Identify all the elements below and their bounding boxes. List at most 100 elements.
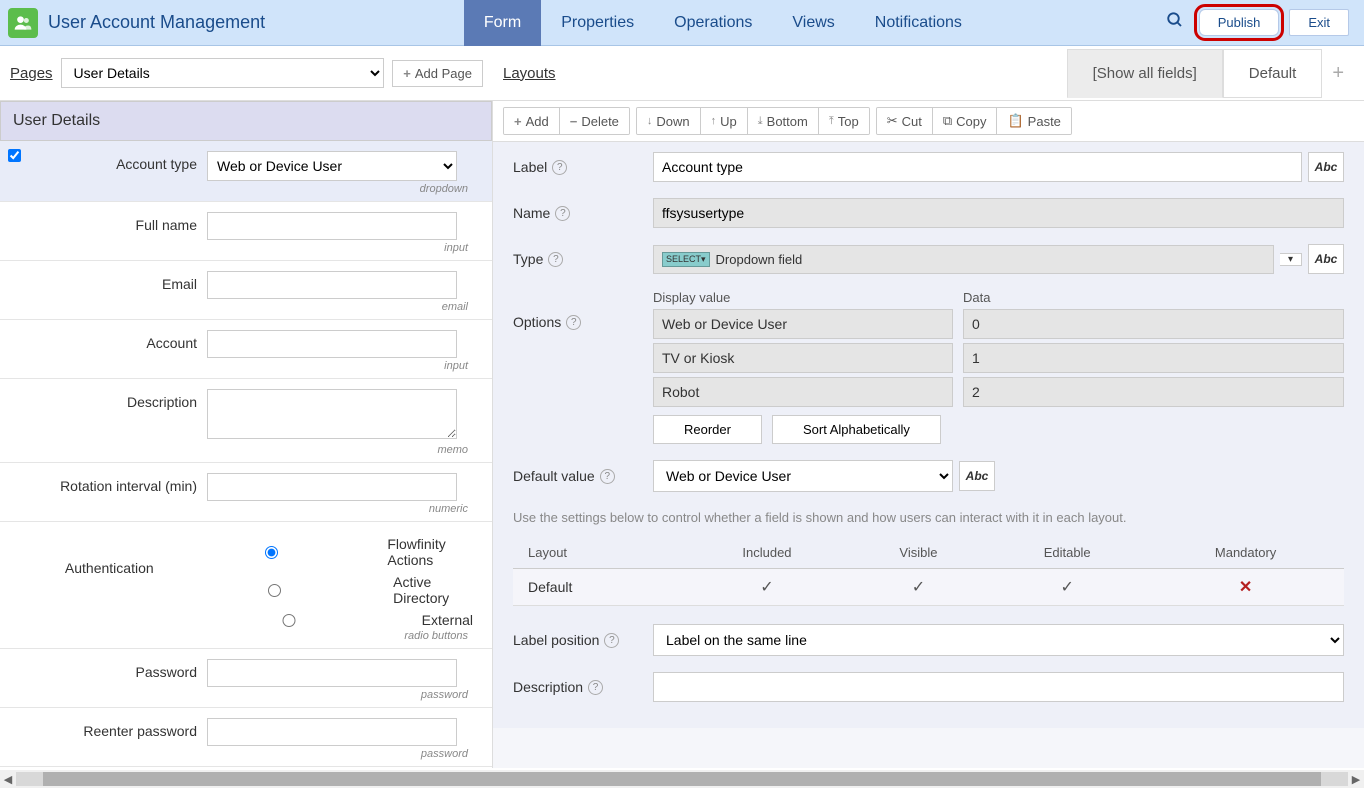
add-page-button[interactable]: +Add Page	[392, 60, 483, 87]
properties-panel: +Add −Delete ↓Down ↑Up ⤓Bottom ⤒Top ✂Cut…	[493, 101, 1364, 768]
field-row-rotation[interactable]: Rotation interval (min) numeric	[0, 463, 492, 522]
check-icon[interactable]: ✓	[912, 579, 925, 596]
reorder-button[interactable]: Reorder	[653, 415, 762, 444]
bottom-button[interactable]: ⤓Bottom	[748, 108, 819, 134]
rotation-input[interactable]	[207, 473, 457, 501]
layouts-label: Layouts	[503, 65, 556, 82]
layout-tab-default[interactable]: Default	[1223, 49, 1323, 98]
field-row-email[interactable]: Email email	[0, 261, 492, 320]
auth-radio-group: Flowfinity Actions Active Directory Exte…	[164, 532, 480, 628]
field-row-reenter-password[interactable]: Reenter password password	[0, 708, 492, 767]
scroll-left-icon[interactable]: ◀	[0, 773, 16, 786]
minus-icon: −	[570, 114, 578, 129]
tab-notifications[interactable]: Notifications	[855, 0, 982, 46]
up-button[interactable]: ↑Up	[701, 108, 748, 134]
top-button[interactable]: ⤒Top	[819, 108, 869, 134]
cut-button[interactable]: ✂Cut	[877, 108, 933, 134]
layouts-section: Layouts [Show all fields] Default +	[493, 46, 1364, 100]
field-row-account-type[interactable]: Account type Web or Device User dropdown	[0, 141, 492, 202]
x-icon[interactable]: ✕	[1239, 579, 1252, 596]
default-value-select[interactable]: Web or Device User	[653, 460, 953, 492]
option-row[interactable]: TV or Kiosk1	[653, 343, 1344, 373]
col-mandatory: Mandatory	[1147, 537, 1344, 569]
top-bar: User Account Management Form Properties …	[0, 0, 1364, 46]
label-position-select[interactable]: Label on the same line	[653, 624, 1344, 656]
abc-button[interactable]: Abc	[1308, 244, 1344, 274]
type-dropdown-button[interactable]: ▾	[1280, 253, 1302, 266]
help-icon[interactable]: ?	[552, 160, 567, 175]
layout-tab-all[interactable]: [Show all fields]	[1067, 49, 1223, 98]
paste-icon: 📋	[1007, 113, 1023, 129]
field-checkbox[interactable]	[8, 149, 21, 162]
abc-button[interactable]: Abc	[1308, 152, 1344, 182]
field-label: Full name	[12, 212, 207, 233]
field-row-full-name[interactable]: Full name input	[0, 202, 492, 261]
scroll-track[interactable]	[16, 772, 1348, 786]
option-row[interactable]: Robot2	[653, 377, 1344, 407]
copy-button[interactable]: ⧉Copy	[933, 108, 998, 134]
check-icon[interactable]: ✓	[1060, 579, 1073, 596]
description-textarea[interactable]	[207, 389, 457, 439]
field-row-password[interactable]: Password password	[0, 649, 492, 708]
check-icon[interactable]: ✓	[760, 579, 773, 596]
email-input[interactable]	[207, 271, 457, 299]
field-row-account[interactable]: Account input	[0, 320, 492, 379]
content: User Details Account type Web or Device …	[0, 101, 1364, 768]
main-tabs: Form Properties Operations Views Notific…	[464, 0, 982, 46]
radio-flowfinity[interactable]: Flowfinity Actions	[164, 536, 480, 568]
tab-views[interactable]: Views	[772, 0, 854, 46]
help-icon[interactable]: ?	[588, 680, 603, 695]
arrow-up-icon: ↑	[711, 115, 717, 127]
password-input[interactable]	[207, 659, 457, 687]
add-layout-button[interactable]: +	[1322, 52, 1354, 95]
horizontal-scrollbar[interactable]: ◀ ▶	[0, 770, 1364, 788]
pages-select[interactable]: User Details	[61, 58, 385, 88]
scroll-thumb[interactable]	[43, 772, 1322, 786]
help-icon[interactable]: ?	[600, 469, 615, 484]
paste-button[interactable]: 📋Paste	[997, 108, 1070, 134]
top-right-actions: Publish Exit	[1161, 6, 1364, 39]
help-icon[interactable]: ?	[566, 315, 581, 330]
select-badge-icon: SELECT▾	[662, 252, 710, 267]
help-icon[interactable]: ?	[548, 252, 563, 267]
option-row[interactable]: Web or Device User0	[653, 309, 1344, 339]
description-input[interactable]	[653, 672, 1344, 702]
publish-button[interactable]: Publish	[1199, 9, 1280, 36]
radio-ad[interactable]: Active Directory	[164, 574, 480, 606]
scroll-right-icon[interactable]: ▶	[1348, 773, 1364, 786]
label-input[interactable]	[653, 152, 1302, 182]
layout-settings-table: Layout Included Visible Editable Mandato…	[513, 537, 1344, 606]
field-type-hint: dropdown	[207, 181, 480, 199]
sort-alpha-button[interactable]: Sort Alphabetically	[772, 415, 941, 444]
prop-default-label: Default value	[513, 468, 595, 484]
field-row-authentication[interactable]: Authentication Flowfinity Actions Active…	[0, 522, 492, 649]
radio-external[interactable]: External	[164, 612, 480, 628]
account-type-select[interactable]: Web or Device User	[207, 151, 457, 181]
arrow-bottom-icon: ⤓	[758, 115, 763, 128]
tab-form[interactable]: Form	[464, 0, 541, 46]
tab-operations[interactable]: Operations	[654, 0, 772, 46]
add-button[interactable]: +Add	[504, 108, 560, 134]
full-name-input[interactable]	[207, 212, 457, 240]
abc-button[interactable]: Abc	[959, 461, 995, 491]
delete-button[interactable]: −Delete	[560, 108, 629, 134]
reenter-password-input[interactable]	[207, 718, 457, 746]
name-input	[653, 198, 1344, 228]
layout-row[interactable]: Default ✓ ✓ ✓ ✕	[513, 569, 1344, 606]
search-icon[interactable]	[1161, 6, 1189, 39]
help-icon[interactable]: ?	[555, 206, 570, 221]
field-label: Email	[12, 271, 207, 292]
down-button[interactable]: ↓Down	[637, 108, 701, 134]
account-input[interactable]	[207, 330, 457, 358]
col-editable: Editable	[987, 537, 1147, 569]
pages-label: Pages	[10, 65, 53, 82]
tab-properties[interactable]: Properties	[541, 0, 654, 46]
prop-label-label: Label	[513, 159, 547, 175]
app-icon	[8, 8, 38, 38]
field-label: Account type	[12, 151, 207, 172]
help-icon[interactable]: ?	[604, 633, 619, 648]
exit-button[interactable]: Exit	[1289, 9, 1349, 36]
type-field: SELECT▾Dropdown field	[653, 245, 1274, 274]
field-row-description[interactable]: Description memo	[0, 379, 492, 463]
col-included: Included	[684, 537, 850, 569]
